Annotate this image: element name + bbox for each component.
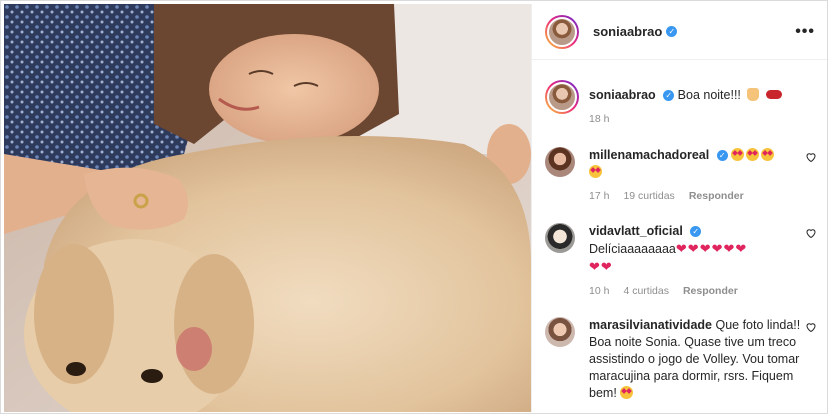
post-photo[interactable] <box>4 4 531 412</box>
commenter-avatar[interactable] <box>545 147 575 177</box>
red-heart-icon: ❤ <box>699 241 711 256</box>
red-heart-icon: ❤ <box>723 241 735 256</box>
caption-text: Boa noite!!! <box>677 88 741 102</box>
comments-list[interactable]: soniaabrao ✓ Boa noite!!! 18 h millenama… <box>532 61 827 412</box>
comment-body: marasilvianatividade Que foto linda!! Bo… <box>589 317 801 402</box>
emoji-heart-eyes-icon <box>589 165 602 178</box>
comment-item: vidavlatt_oficial ✓ Delíciaaaaaaaa❤❤❤❤❤❤… <box>545 223 817 300</box>
commenter-avatar[interactable] <box>545 317 575 347</box>
author-username[interactable]: soniaabrao <box>593 24 662 39</box>
comment-body: vidavlatt_oficial ✓ Delíciaaaaaaaa❤❤❤❤❤❤… <box>589 223 801 300</box>
comment-item: millenamachadoreal ✓ 17 h 19 curtidas Re… <box>545 147 817 205</box>
comment-meta: 10 h 4 curtidas Responder <box>589 283 801 300</box>
verified-icon: ✓ <box>716 150 728 162</box>
commenter-username[interactable]: millenamachadoreal <box>589 148 709 162</box>
author-avatar[interactable] <box>545 14 579 49</box>
red-heart-icon: ❤ <box>735 241 747 256</box>
instagram-post: soniaabrao ✓ ••• soniaabrao ✓ Boa noite!… <box>0 0 828 414</box>
comment-item: marasilvianatividade Que foto linda!! Bo… <box>545 317 817 402</box>
heart-icon[interactable] <box>805 151 817 163</box>
emoji-heart-eyes-icon <box>746 148 760 161</box>
verified-icon: ✓ <box>663 90 675 102</box>
lips-icon <box>765 90 782 99</box>
praying-hands-icon <box>747 88 760 101</box>
caption-username[interactable]: soniaabrao <box>589 88 656 102</box>
comment-time[interactable]: 17 h <box>589 188 609 205</box>
reply-button[interactable]: Responder <box>689 188 744 205</box>
emoji-heart-eyes-icon <box>731 148 745 161</box>
comment-likes[interactable]: 4 curtidas <box>623 283 669 300</box>
commenter-username[interactable]: marasilvianatividade <box>589 318 712 332</box>
emoji-heart-eyes-icon <box>761 148 775 161</box>
heart-icon[interactable] <box>805 227 817 239</box>
red-heart-icon: ❤ <box>589 259 600 274</box>
comment-meta: 17 h 19 curtidas Responder <box>589 188 801 205</box>
comment-likes[interactable]: 19 curtidas <box>623 188 674 205</box>
post-side-panel: soniaabrao ✓ ••• soniaabrao ✓ Boa noite!… <box>531 4 827 412</box>
emoji-heart-eyes-icon <box>620 386 634 399</box>
commenter-username[interactable]: vidavlatt_oficial <box>589 224 683 238</box>
photo-woman-with-golden-retriever <box>4 4 531 412</box>
red-heart-icon: ❤ <box>675 241 687 256</box>
reply-button[interactable]: Responder <box>683 283 738 300</box>
caption-meta: 18 h <box>589 111 801 128</box>
post-header: soniaabrao ✓ ••• <box>532 4 827 60</box>
red-heart-icon: ❤ <box>711 241 723 256</box>
red-heart-icon: ❤ <box>600 259 612 274</box>
caption-body: soniaabrao ✓ Boa noite!!! 18 h <box>589 80 801 128</box>
comment-time[interactable]: 10 h <box>589 283 609 300</box>
comment-body: millenamachadoreal ✓ 17 h 19 curtidas Re… <box>589 147 801 205</box>
caption-time[interactable]: 18 h <box>589 111 609 128</box>
heart-icon[interactable] <box>805 321 817 333</box>
commenter-avatar[interactable] <box>545 223 575 253</box>
red-heart-icon: ❤ <box>687 241 699 256</box>
verified-icon: ✓ <box>690 226 702 238</box>
verified-icon: ✓ <box>666 26 678 37</box>
caption: soniaabrao ✓ Boa noite!!! 18 h <box>545 80 817 128</box>
comment-text: Delíciaaaaaaaa <box>589 242 676 256</box>
caption-avatar[interactable] <box>545 80 579 114</box>
more-options-icon[interactable]: ••• <box>795 23 815 41</box>
